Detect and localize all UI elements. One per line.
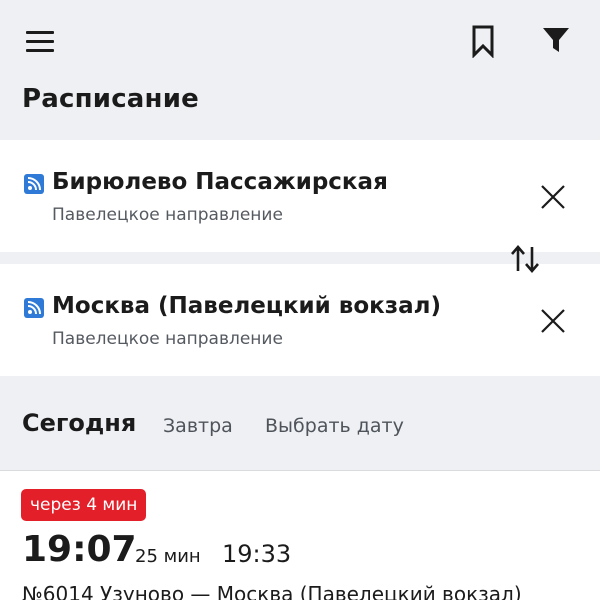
tab-tomorrow[interactable]: Завтра	[163, 415, 233, 437]
travel-duration: 25 мин	[135, 546, 201, 567]
rss-wifi-icon	[24, 298, 44, 318]
clear-departure-close-icon[interactable]	[538, 182, 568, 212]
hamburger-menu-icon[interactable]	[24, 28, 56, 54]
departure-station-field[interactable]: Бирюлево Пассажирская Павелецкое направл…	[0, 140, 600, 252]
arrival-station-name: Москва (Павелецкий вокзал)	[52, 293, 442, 319]
arrival-time: 19:33	[222, 540, 292, 568]
schedule-screen: Расписание Бирюлево Пассажирская Павелец…	[0, 0, 600, 600]
arrival-station-field[interactable]: Москва (Павелецкий вокзал) Павелецкое на…	[0, 264, 600, 376]
departure-station-direction: Павелецкое направление	[52, 205, 283, 225]
tab-pick-date[interactable]: Выбрать дату	[265, 415, 404, 437]
train-list-item[interactable]: через 4 мин 19:07 25 мин 19:33 №6014 Узу…	[0, 471, 600, 600]
app-header: Расписание	[0, 0, 600, 140]
tab-today[interactable]: Сегодня	[22, 409, 136, 437]
filter-funnel-icon[interactable]	[540, 24, 572, 56]
swap-arrows-icon[interactable]	[508, 243, 542, 275]
clear-arrival-close-icon[interactable]	[538, 306, 568, 336]
arrival-station-direction: Павелецкое направление	[52, 329, 283, 349]
train-route: №6014 Узуново — Москва (Павелецкий вокза…	[22, 582, 522, 600]
departure-station-name: Бирюлево Пассажирская	[52, 169, 388, 195]
departure-time: 19:07	[22, 529, 137, 570]
bookmark-icon[interactable]	[468, 24, 498, 59]
departs-in-badge: через 4 мин	[21, 489, 147, 521]
page-title: Расписание	[22, 84, 199, 114]
rss-wifi-icon	[24, 174, 44, 194]
date-tabs: Сегодня Завтра Выбрать дату	[0, 376, 600, 471]
